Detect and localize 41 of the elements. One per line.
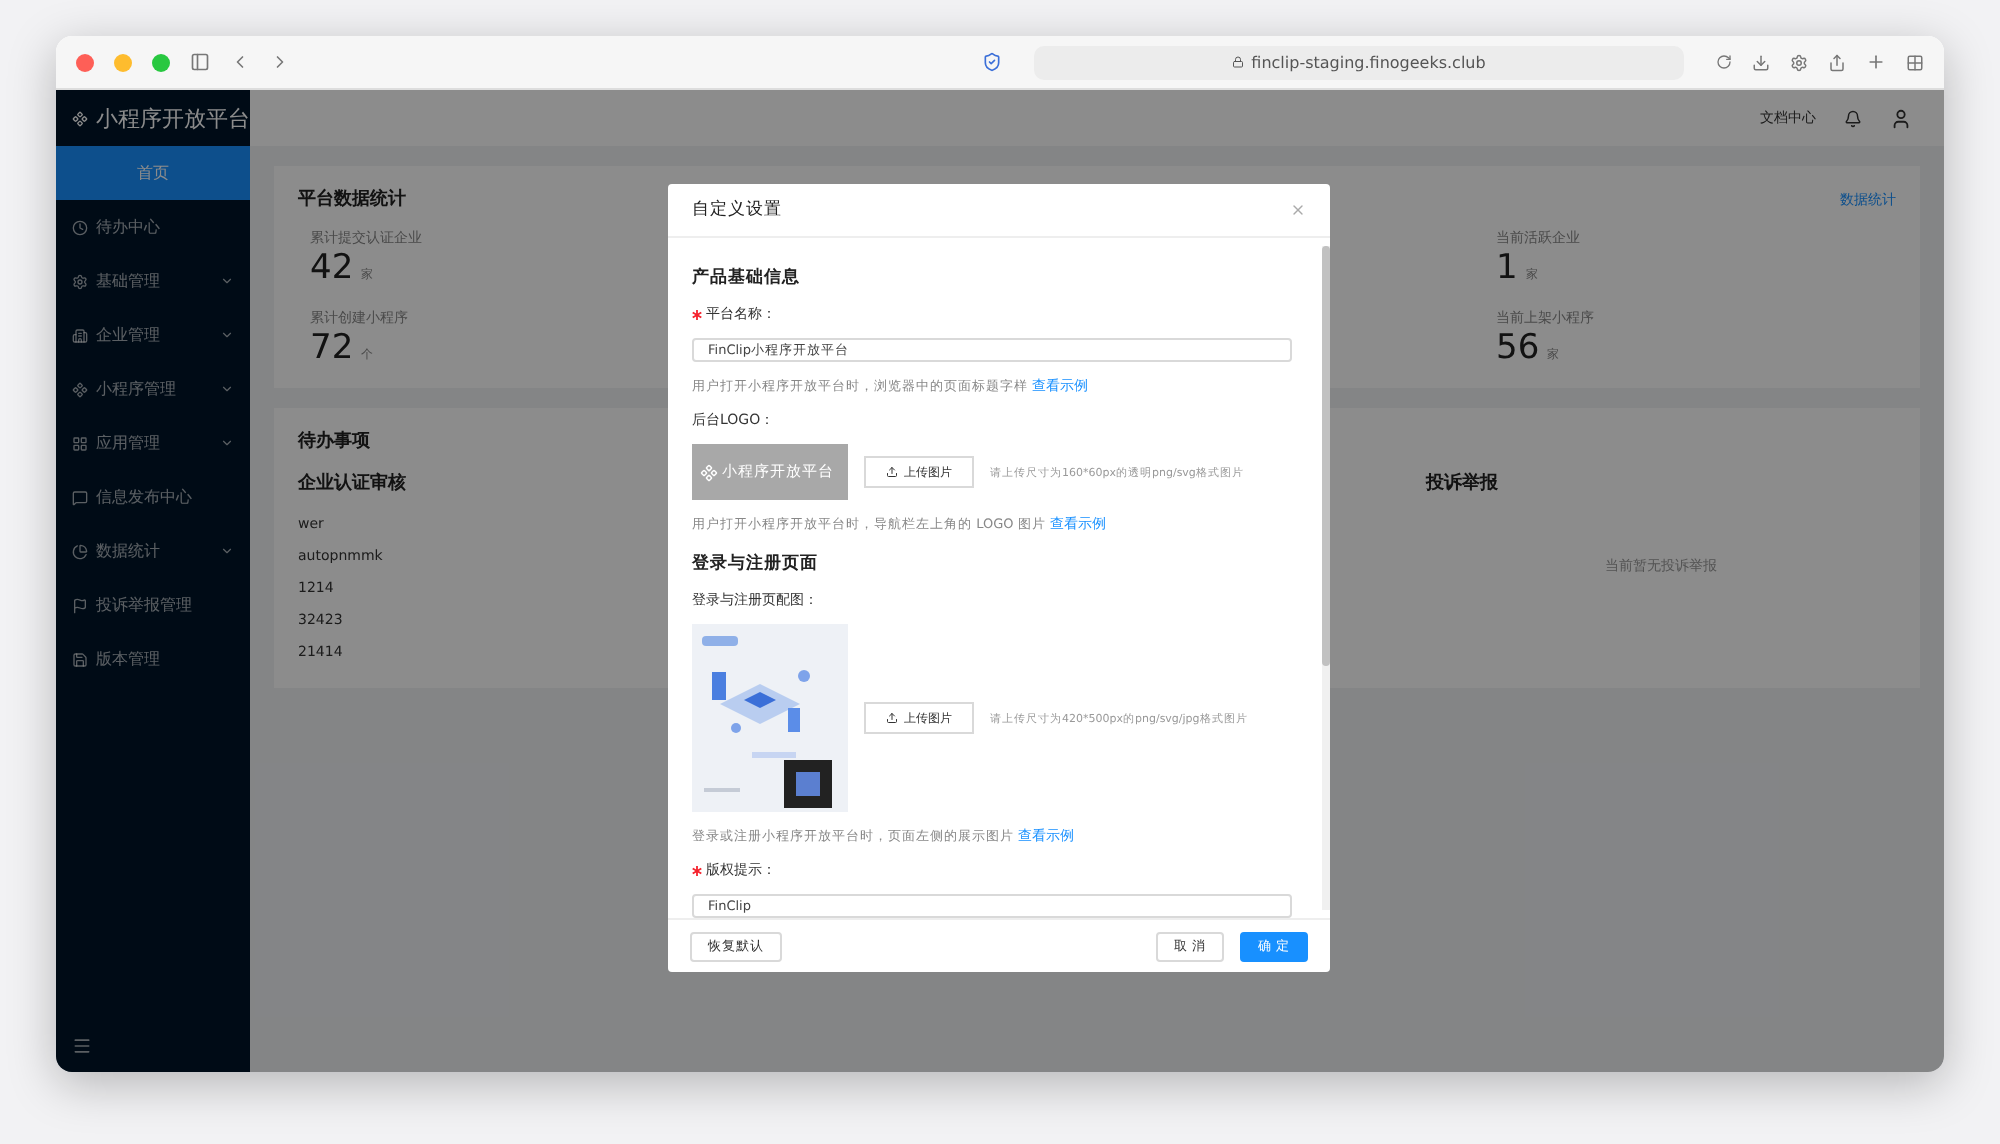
- new-tab-icon[interactable]: [1866, 52, 1886, 72]
- sidebar-item[interactable]: 版本管理: [56, 632, 250, 686]
- sidebar-item[interactable]: 投诉举报管理: [56, 578, 250, 632]
- section-heading: 产品基础信息: [692, 266, 802, 290]
- stat-value: 72: [310, 328, 354, 368]
- upload-icon: [886, 466, 898, 478]
- logo-icon: [700, 463, 718, 481]
- sidebar-item[interactable]: 企业管理: [56, 308, 250, 362]
- app-name: 小程序开放平台: [96, 103, 250, 133]
- sidebar-item[interactable]: 待办中心: [56, 200, 250, 254]
- card-title: 平台数据统计: [298, 186, 406, 212]
- minimize-dot: [114, 53, 132, 71]
- zoom-dot: [152, 53, 170, 71]
- dialog-title: 自定义设置: [692, 198, 782, 222]
- close-dot: [76, 53, 94, 71]
- sidebar-item[interactable]: 首页: [56, 146, 250, 200]
- settings-icon[interactable]: [1790, 53, 1808, 71]
- card-title: 待办事项: [298, 428, 370, 454]
- shield-icon[interactable]: [981, 52, 1001, 72]
- close-icon[interactable]: [1290, 202, 1306, 218]
- section-heading: 登录与注册页面: [692, 552, 820, 576]
- share-icon[interactable]: [1828, 53, 1846, 71]
- stat-value: 56: [1496, 328, 1540, 368]
- upload-icon: [886, 712, 898, 724]
- stat-value: 42: [310, 248, 354, 288]
- download-icon[interactable]: [1752, 53, 1770, 71]
- reload-icon[interactable]: [1716, 54, 1732, 70]
- section-title: 投诉举报: [1426, 470, 1498, 496]
- sidebar-item[interactable]: 应用管理: [56, 416, 250, 470]
- address-bar[interactable]: finclip-staging.finogeeks.club: [1033, 45, 1684, 79]
- sidebar-item[interactable]: 小程序管理: [56, 362, 250, 416]
- user-icon[interactable]: [1890, 107, 1912, 129]
- sidebar-icon[interactable]: [190, 52, 210, 72]
- stat-value: 1: [1496, 248, 1518, 288]
- sidebar-item[interactable]: 数据统计: [56, 524, 250, 578]
- bell-icon[interactable]: [1844, 109, 1862, 127]
- sidebar-item[interactable]: 基础管理: [56, 254, 250, 308]
- lock-icon: [1231, 56, 1244, 68]
- sidebar-item[interactable]: 信息发布中心: [56, 470, 250, 524]
- section-title: 企业认证审核: [298, 470, 406, 496]
- tabs-icon[interactable]: [1906, 53, 1924, 71]
